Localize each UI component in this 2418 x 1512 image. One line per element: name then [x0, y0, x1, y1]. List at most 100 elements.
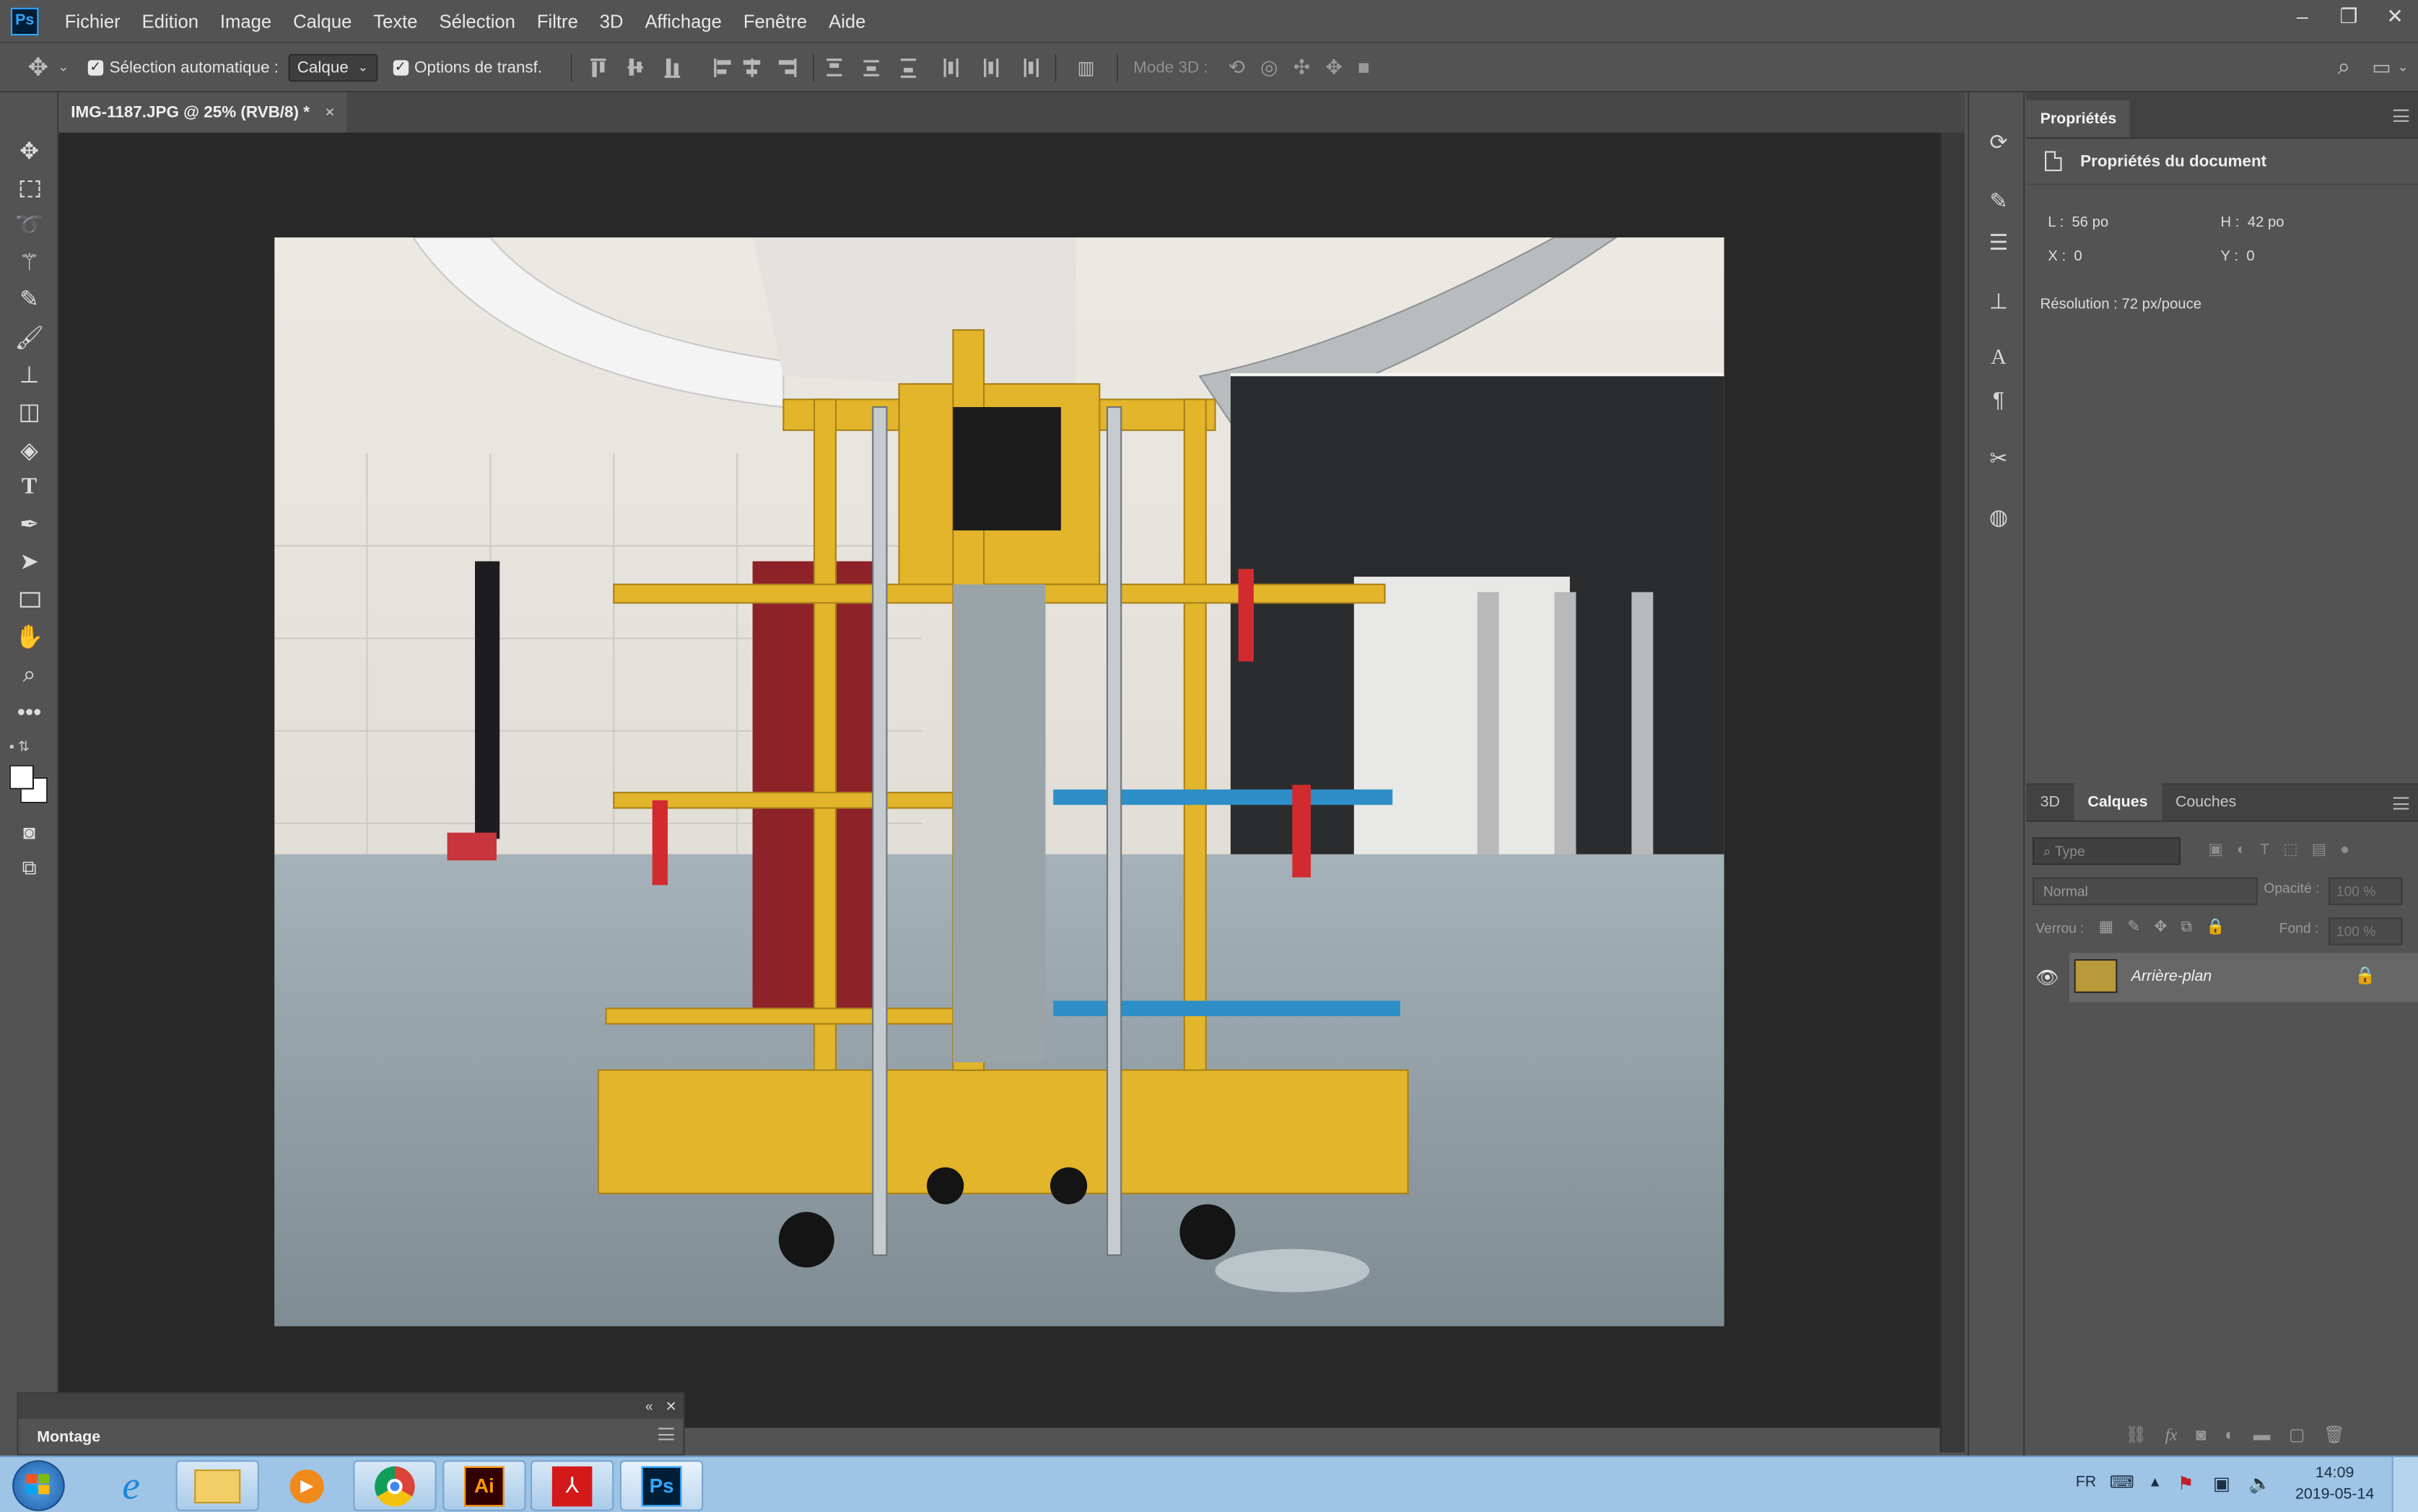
transform-controls-checkbox[interactable]: ✓ — [393, 58, 409, 75]
menu-affichage[interactable]: Affichage — [634, 10, 733, 32]
history-icon[interactable]: ⟳ — [1981, 125, 2015, 159]
fill-input[interactable]: 100 % — [2328, 917, 2403, 945]
chrome-icon[interactable] — [353, 1460, 437, 1511]
photoshop-icon[interactable]: Ps — [619, 1460, 704, 1511]
menu-fichier[interactable]: Fichier — [54, 10, 131, 32]
pan-3d-icon[interactable]: ✣ — [1293, 55, 1310, 79]
menu-fenetre[interactable]: Fenêtre — [733, 10, 818, 32]
link-layers-icon[interactable]: ⛓ — [2125, 1425, 2147, 1445]
close-tab-icon[interactable]: × — [325, 103, 334, 122]
roll-3d-icon[interactable]: ◎ — [1260, 55, 1278, 79]
menu-calque[interactable]: Calque — [282, 10, 362, 32]
tab-3d[interactable]: 3D — [2026, 783, 2074, 820]
delete-layer-icon[interactable]: 🗑 — [2323, 1425, 2345, 1445]
rectangle-tool-icon[interactable] — [11, 583, 48, 617]
menu-texte[interactable]: Texte — [362, 10, 428, 32]
panel-menu-icon[interactable] — [2393, 109, 2409, 122]
auto-select-checkbox[interactable]: ✓ — [87, 58, 104, 75]
eyedropper-tool-icon[interactable]: ✎ — [11, 282, 48, 316]
move-tool-icon[interactable]: ✥ — [11, 134, 48, 168]
search-icon[interactable]: ⌕ — [2337, 54, 2350, 80]
lock-position-icon[interactable]: ✥ — [2154, 919, 2167, 936]
opacity-input[interactable]: 100 % — [2328, 877, 2403, 906]
panel-menu-icon[interactable] — [2393, 797, 2409, 810]
align-buttons-group[interactable] — [587, 55, 803, 79]
lasso-tool-icon[interactable]: ➰ — [11, 208, 48, 242]
tab-proprietes[interactable]: Propriétés — [2026, 100, 2131, 138]
close-window-button[interactable]: ✕ — [2372, 0, 2418, 37]
lock-pixels-icon[interactable]: ✎ — [2127, 919, 2140, 936]
tab-montage[interactable]: Montage — [25, 1420, 113, 1454]
menu-edition[interactable]: Edition — [131, 10, 209, 32]
brush-settings-icon[interactable]: ✎ — [1981, 183, 2015, 217]
illustrator-icon[interactable]: Ai — [442, 1460, 526, 1511]
width-field[interactable]: L : 56 po — [2048, 214, 2108, 232]
menu-3d[interactable]: 3D — [589, 10, 634, 32]
adjustment-filter-icon[interactable]: ◐ — [2237, 842, 2246, 860]
swap-colors-icon[interactable]: ▪ ⇅ — [9, 738, 50, 763]
zoom-tool-icon[interactable]: ⌕ — [11, 657, 48, 691]
smart-object-filter-icon[interactable]: ▤ — [2312, 842, 2326, 860]
document-tab[interactable]: IMG-1187.JPG @ 25% (RVB/8) * × — [58, 92, 347, 133]
chevron-down-icon[interactable]: ⌄ — [2397, 58, 2409, 76]
volume-icon[interactable]: 🔈 — [2248, 1472, 2271, 1494]
layer-name[interactable]: Arrière-plan — [2131, 969, 2212, 986]
stamp-tool-icon[interactable]: ⊥ — [11, 358, 48, 392]
paint-bucket-tool-icon[interactable]: ◈ — [11, 433, 48, 467]
restore-button[interactable]: ❐ — [2326, 0, 2372, 37]
magic-wand-tool-icon[interactable]: ⚚ — [11, 245, 48, 279]
eraser-tool-icon[interactable]: ◫ — [11, 395, 48, 429]
windows-start-button[interactable] — [12, 1460, 65, 1511]
blend-mode-dropdown[interactable]: Normal — [2032, 877, 2258, 906]
brush-tool-icon[interactable]: 🖌 — [11, 320, 48, 354]
visibility-eye-icon[interactable]: 👁 — [2035, 967, 2059, 989]
tools-settings-icon[interactable]: ✂ — [1981, 441, 2015, 475]
y-field[interactable]: Y : 0 — [2221, 248, 2255, 266]
orbit-3d-icon[interactable]: ⟲ — [1228, 55, 1244, 79]
path-selection-tool-icon[interactable]: ➤ — [11, 544, 48, 578]
filter-toggle-icon[interactable]: ● — [2340, 842, 2349, 860]
marquee-tool-icon[interactable] — [11, 171, 48, 205]
type-tool-icon[interactable]: T — [11, 471, 48, 504]
slide-3d-icon[interactable]: ✥ — [1325, 55, 1342, 79]
move-tool-icon[interactable]: ✥ — [27, 52, 48, 83]
lock-artboard-icon[interactable]: ⧉ — [2181, 919, 2192, 936]
tab-couches[interactable]: Couches — [2162, 783, 2251, 820]
network-icon[interactable]: ▣ — [2213, 1472, 2230, 1494]
auto-align-icon[interactable]: ▥ — [1078, 56, 1095, 78]
layer-filter-dropdown[interactable]: ⌕ Type — [2032, 837, 2181, 865]
acrobat-icon[interactable]: ⅄ — [530, 1460, 614, 1511]
media-player-icon[interactable]: ▶ — [265, 1460, 348, 1511]
camera-3d-icon[interactable]: ■ — [1358, 56, 1370, 79]
distribute-buttons-group[interactable] — [823, 55, 1045, 79]
new-group-icon[interactable]: ▬ — [2253, 1425, 2271, 1444]
workspace-icon[interactable]: ▭ — [2372, 55, 2391, 79]
adjustments-icon[interactable]: ☰ — [1981, 225, 2015, 259]
collapse-panel-icon[interactable]: « — [645, 1399, 653, 1414]
language-indicator[interactable]: FR — [2076, 1474, 2097, 1491]
clock[interactable]: 14:09 2019-05-14 — [2289, 1464, 2381, 1507]
new-layer-icon[interactable]: ▢ — [2289, 1425, 2305, 1445]
menu-image[interactable]: Image — [209, 10, 282, 32]
screen-mode-icon[interactable]: ⧉ — [11, 851, 48, 885]
quick-mask-icon[interactable]: ◙ — [11, 814, 48, 848]
action-center-icon[interactable]: ⚑ — [2178, 1472, 2194, 1494]
tray-expand-icon[interactable]: ▲ — [2148, 1474, 2162, 1489]
close-panel-icon[interactable]: ✕ — [665, 1398, 677, 1415]
keyboard-icon[interactable]: ⌨ — [2110, 1472, 2134, 1493]
more-tools-icon[interactable]: ••• — [11, 696, 48, 730]
x-field[interactable]: X : 0 — [2048, 248, 2082, 266]
minimize-button[interactable]: ‒ — [2279, 0, 2326, 37]
foreground-color-swatch[interactable] — [9, 764, 35, 790]
lock-transparency-icon[interactable]: ▦ — [2099, 919, 2113, 936]
internet-explorer-icon[interactable]: e — [90, 1460, 173, 1511]
lock-all-icon[interactable]: 🔒 — [2206, 919, 2225, 936]
chevron-down-icon[interactable]: ⌄ — [58, 58, 69, 76]
pen-tool-icon[interactable]: ✒ — [11, 507, 48, 541]
shape-filter-icon[interactable]: ⬚ — [2283, 842, 2297, 860]
panel-menu-icon[interactable] — [658, 1428, 674, 1441]
auto-select-dropdown[interactable]: Calque ⌄ — [287, 53, 377, 82]
hand-tool-icon[interactable]: ✋ — [11, 620, 48, 654]
libraries-icon[interactable]: ◍ — [1981, 499, 2015, 533]
menu-filtre[interactable]: Filtre — [526, 10, 589, 32]
